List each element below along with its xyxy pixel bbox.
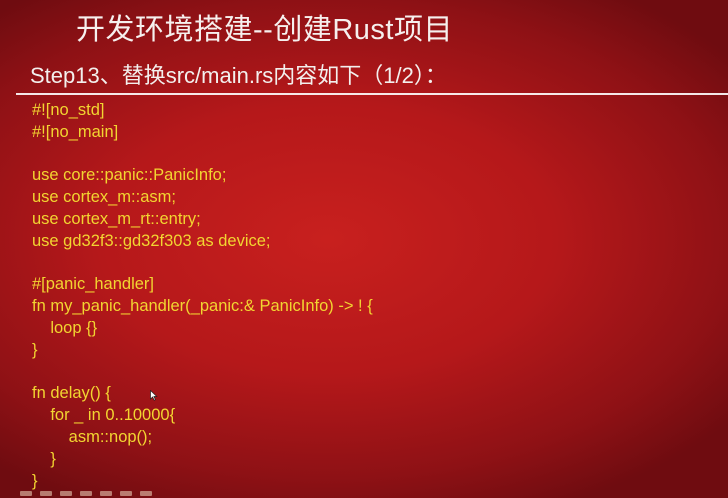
code-line: for _ in 0..10000{	[32, 406, 176, 425]
taskbar-glyph	[120, 491, 132, 496]
taskbar-glyph	[60, 491, 72, 496]
code-line: asm::nop();	[32, 427, 153, 446]
code-block: #![no_std]#![no_main]use core::panic::Pa…	[32, 100, 373, 492]
code-line: #[panic_handler]	[32, 275, 155, 294]
taskbar-glyph	[20, 491, 32, 496]
code-line: use cortex_m::asm;	[32, 188, 176, 207]
taskbar-glyph	[100, 491, 112, 496]
code-line: fn delay() {	[32, 384, 111, 403]
code-line: use gd32f3::gd32f303 as device;	[32, 231, 271, 250]
code-line: use cortex_m_rt::entry;	[32, 209, 201, 228]
code-line: }	[32, 471, 38, 490]
code-line: use core::panic::PanicInfo;	[32, 166, 227, 185]
taskbar-strip	[20, 491, 152, 498]
mouse-pointer-icon	[150, 390, 158, 401]
code-line: fn my_panic_handler(_panic:& PanicInfo) …	[32, 297, 373, 316]
taskbar-glyph	[80, 491, 92, 496]
slide-subtitle: Step13、替换src/main.rs内容如下（1/2）：	[30, 63, 447, 88]
code-line: #![no_std]	[32, 101, 105, 119]
code-line: }	[32, 340, 38, 359]
slide-title: 开发环境搭建--创建Rust项目	[76, 14, 453, 46]
title-divider	[16, 93, 728, 95]
code-line: #![no_main]	[32, 122, 119, 141]
taskbar-glyph	[40, 491, 52, 496]
taskbar-glyph	[140, 491, 152, 496]
code-line: loop {}	[32, 318, 98, 337]
code-line: }	[32, 449, 56, 468]
